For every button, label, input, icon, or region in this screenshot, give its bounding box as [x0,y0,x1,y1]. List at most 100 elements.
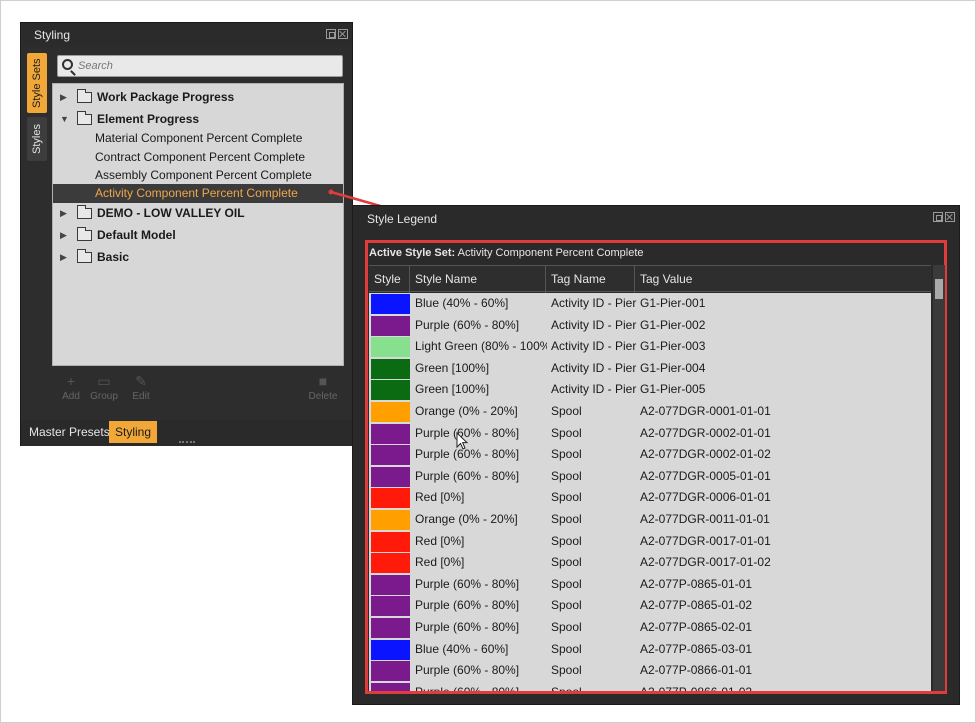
column-header-tag-value[interactable]: Tag Value [635,266,931,293]
expand-down-icon[interactable]: ▼ [60,110,70,129]
edit-button[interactable]: ✎ Edit [126,373,156,402]
tree-group-row[interactable]: ▶ Basic [53,248,343,267]
resize-grip[interactable] [179,441,195,443]
legend-row[interactable]: Purple (60% - 80%] Spool A2-077DGR-0002-01… [369,423,931,445]
style-swatch [371,596,410,617]
legend-row[interactable]: Red [0%] Spool A2-077DGR-0006-01-01 [369,487,931,509]
search-input[interactable] [78,57,338,75]
tag-name-cell: Spool [551,663,582,678]
legend-row[interactable]: Purple (60% - 80%]SpoolA2-077P-0866-01-0… [369,682,931,691]
tree-item-label: Element Progress [97,112,200,126]
tree-item-label: Material Component Percent Complete [95,131,303,145]
restore-icon[interactable] [933,212,943,222]
styling-panel-title: Styling [21,23,352,47]
style-name-cell: Purple (60% - 80%] [415,425,520,440]
style-set-tree: ▶ Work Package Progress ▼ Element Progress M… [52,83,344,366]
legend-row[interactable]: Purple (60% - 80%] Spool A2-077P-0865-01-0… [369,574,931,596]
legend-row[interactable]: Purple (60% - 80%] Spool A2-077P-0865-01-0… [369,595,931,617]
tag-name-cell: Spool [551,490,582,505]
close-icon[interactable] [945,212,955,222]
tag-value-cell: A2-077DGR-0017-01-01 [640,533,771,548]
legend-row[interactable]: Blue (40% - 60%] Activity ID - Pier G1-Pie… [369,293,931,315]
tree-item-row[interactable]: Material Component Percent Complete [53,129,343,148]
column-header-style-name[interactable]: Style Name [410,266,546,293]
tree-group-row[interactable]: ▶ Work Package Progress [53,88,343,107]
tag-name-cell: Spool [551,682,637,691]
tag-value-cell: A2-077DGR-0005-01-01 [640,468,771,483]
legend-grid-body: Blue (40% - 60%] Activity ID - Pier G1-Pie… [369,293,931,691]
delete-label: Delete [308,391,338,402]
style-swatch [371,682,410,691]
group-label: Group [90,391,118,402]
tab-styling[interactable]: Styling [109,421,158,443]
legend-row[interactable]: Light Green (80% - 100%) Activity ID - Pi… [369,336,931,358]
tag-value-cell: G1-Pier-003 [640,339,706,354]
tree-item-label: Contract Component Percent Complete [95,150,306,164]
legend-row[interactable]: Purple (60% - 80%] Activity ID - Pier G1-P… [369,315,931,337]
tag-name-cell: Activity ID - Pier [551,382,637,397]
legend-row[interactable]: Red [0%] Spool A2-077DGR-0017-01-02 [369,552,931,574]
add-label: Add [62,391,80,402]
group-button[interactable]: ▭ Group [89,373,119,402]
tree-group-row[interactable]: ▶ Default Model [53,226,343,245]
style-name-cell: Red [0%] [415,490,465,505]
tag-name-cell: Spool [551,404,582,418]
legend-row[interactable]: Green [100%] Activity ID - Pier G1-Pier-00… [369,379,931,401]
window-controls [326,29,348,39]
style-name-cell: Purple (60% - 80%] [415,317,520,332]
column-header-tag-name[interactable]: Tag Name [546,266,635,293]
folder-icon [77,249,92,263]
tag-value-cell: A2-077DGR-0017-01-02 [640,555,771,570]
tab-styles[interactable]: Styles [27,117,47,161]
legend-row[interactable]: Purple (60% - 80%] Spool A2-077DGR-0005-01… [369,466,931,488]
tree-group-row[interactable]: ▼ Element Progress [53,110,343,129]
legend-row[interactable]: Orange (0% - 20%] Spool A2-077DGR-0011-01-… [369,509,931,531]
tree-item-label: Default Model [97,228,176,242]
tree-item-row[interactable]: Assembly Component Percent Complete [53,166,343,185]
active-set-label: Active Style Set: [369,247,456,259]
expand-right-icon[interactable]: ▶ [60,204,70,223]
legend-row[interactable]: Blue (40% - 60%] Spool A2-077P-0865-03-01 [369,639,931,661]
tag-name-cell: Spool [551,598,582,613]
legend-scrollbar[interactable] [933,265,945,691]
style-name-cell: Red [0%] [415,555,465,570]
tag-name-cell: Spool [551,425,582,440]
tree-item-label: Work Package Progress [97,90,235,104]
folder-icon [77,89,92,103]
close-icon[interactable] [338,29,348,39]
add-button[interactable]: + Add [56,373,86,402]
style-name-cell: Orange (0% - 20%] [415,512,518,526]
scroll-thumb[interactable] [935,279,943,299]
tag-value-cell: A2-077P-0865-01-02 [640,598,753,613]
style-swatch [371,358,410,379]
legend-row[interactable]: Green [100%] Activity ID - Pier G1-Pier-00… [369,358,931,380]
tree-item-row[interactable]: Activity Component Percent Complete [53,184,343,203]
restore-icon[interactable] [326,29,336,39]
expand-right-icon[interactable]: ▶ [60,226,70,245]
group-icon: ▭ [97,373,111,389]
tree-group-row[interactable]: ▶ DEMO - LOW VALLEY OIL [53,204,343,223]
legend-row[interactable]: Purple (60% - 80%]SpoolA2-077P-0866-01-0… [369,660,931,682]
style-swatch [371,510,410,530]
tag-value-cell: A2-077DGR-0001-01-01 [640,404,771,418]
expand-right-icon[interactable]: ▶ [60,248,70,267]
style-swatch [371,294,410,314]
delete-button[interactable]: ■ Delete [308,373,338,402]
style-swatch [371,402,410,422]
pencil-icon: ✎ [135,373,147,389]
tree-item-row[interactable]: Contract Component Percent Complete [53,148,343,167]
folder-icon [77,227,92,241]
style-name-cell: Purple (60% - 80%] [415,468,520,483]
style-swatch [371,315,410,336]
column-header-style[interactable]: Style [369,266,410,293]
legend-row[interactable]: Purple (60% - 80%] Spool A2-077DGR-0002-01… [369,444,931,466]
tab-style-sets[interactable]: Style Sets [27,53,47,113]
expand-right-icon[interactable]: ▶ [60,88,70,107]
tab-master-presets[interactable]: Master Presets [23,421,116,443]
tag-name-cell: Spool [551,512,582,526]
tag-name-cell: Spool [551,555,582,570]
legend-row[interactable]: Purple (60% - 80%] Spool A2-077P-0865-02-0… [369,617,931,639]
legend-row[interactable]: Red [0%] Spool A2-077DGR-0017-01-01 [369,531,931,553]
styling-title-text: Styling [34,28,71,42]
legend-row[interactable]: Orange (0% - 20%] Spool A2-077DGR-0001-01-… [369,401,931,423]
